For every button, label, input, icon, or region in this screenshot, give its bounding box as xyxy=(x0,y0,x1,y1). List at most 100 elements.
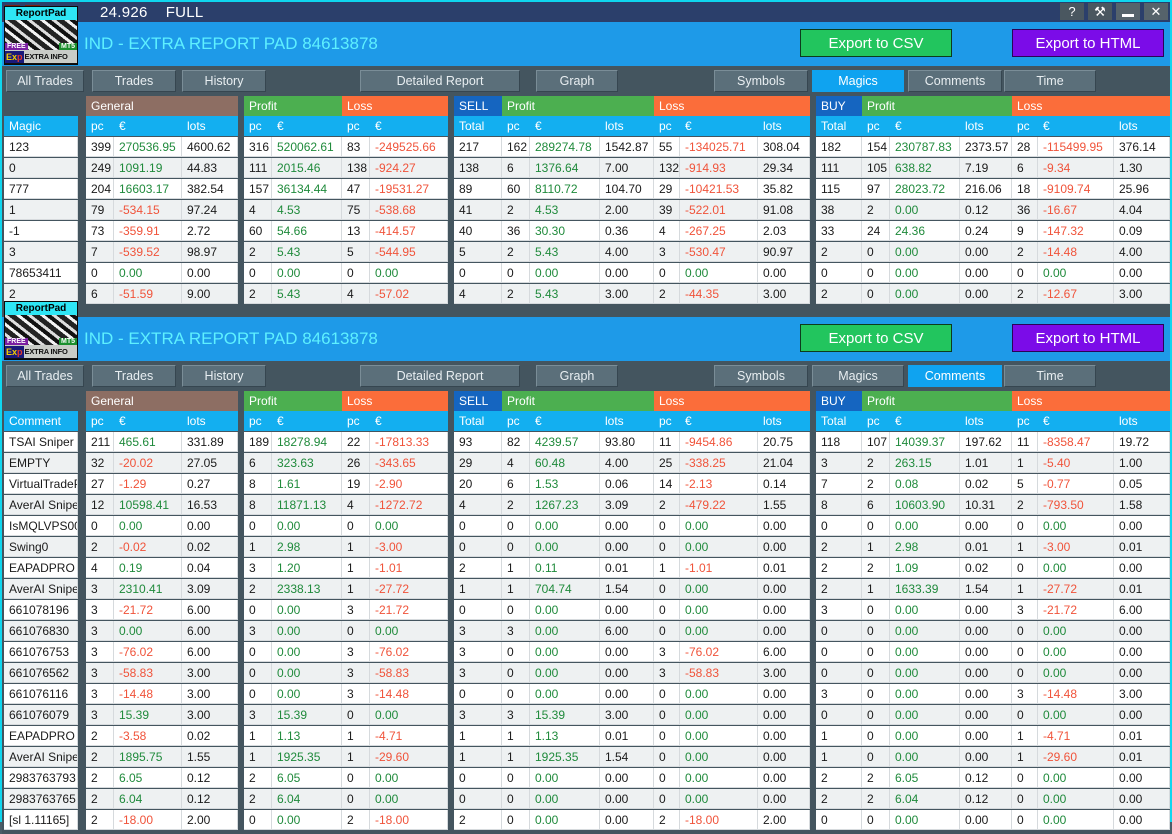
table-cell: 3.00 xyxy=(182,663,238,683)
table-cell: 91.08 xyxy=(758,200,810,220)
tab-trades[interactable]: Trades xyxy=(92,365,176,387)
table-cell: 0.01 xyxy=(1114,579,1170,599)
tab-graph[interactable]: Graph xyxy=(536,365,618,387)
table-cell: 0.00 xyxy=(1114,789,1170,809)
table-cell: 0.00 xyxy=(1038,621,1114,641)
table-cell: 2983763793 xyxy=(4,768,78,788)
table-cell: 15.39 xyxy=(530,705,600,725)
column-header: pc xyxy=(1012,116,1038,136)
export-html-button[interactable]: Export to HTML xyxy=(1012,29,1164,57)
table-cell: 79 xyxy=(86,200,114,220)
tab-comments[interactable]: Comments xyxy=(908,365,1002,387)
table-cell: 1 xyxy=(862,579,890,599)
tab-graph[interactable]: Graph xyxy=(536,70,618,92)
tab-history[interactable]: History xyxy=(182,70,266,92)
group-header-profit: Profit xyxy=(244,96,342,116)
tab-detailed-report[interactable]: Detailed Report xyxy=(360,365,520,387)
tab-all-trades[interactable]: All Trades xyxy=(6,365,84,387)
tab-time[interactable]: Time xyxy=(1004,365,1096,387)
table-cell: 1.30 xyxy=(1114,158,1170,178)
table-cell: 3 xyxy=(4,242,78,262)
table-cell: 3.00 xyxy=(1114,684,1170,704)
column-header: € xyxy=(1038,116,1114,136)
table-cell: 2373.57 xyxy=(960,137,1012,157)
table-cell: 0.12 xyxy=(960,768,1012,788)
table-cell: 3.00 xyxy=(758,663,810,683)
export-csv-button[interactable]: Export to CSV xyxy=(800,29,952,57)
table-cell: 0.01 xyxy=(1114,747,1170,767)
table-cell: 1925.35 xyxy=(272,747,342,767)
table-cell: -5.40 xyxy=(1038,453,1114,473)
table-cell: 0 xyxy=(1012,663,1038,683)
table-cell: 0.01 xyxy=(960,537,1012,557)
table-cell: 0 xyxy=(244,684,272,704)
table-cell: 0.00 xyxy=(960,642,1012,662)
tab-history[interactable]: History xyxy=(182,365,266,387)
table-cell: 0 xyxy=(862,600,890,620)
column-header: € xyxy=(680,116,758,136)
table-cell: 6 xyxy=(862,495,890,515)
column-header: € xyxy=(680,411,758,431)
logo-exp-badge: Exp xyxy=(5,50,24,63)
table-cell: 0 xyxy=(86,516,114,536)
column-header: lots xyxy=(182,411,238,431)
table-cell: 270536.95 xyxy=(114,137,182,157)
table-cell: 0 xyxy=(502,600,530,620)
table-cell: 2015.46 xyxy=(272,158,342,178)
table-cell: 0 xyxy=(816,810,862,830)
table-cell: 11871.13 xyxy=(272,495,342,515)
table-cell: 3 xyxy=(816,600,862,620)
tab-time[interactable]: Time xyxy=(1004,70,1096,92)
table-cell: 0 xyxy=(244,516,272,536)
table-cell: -76.02 xyxy=(370,642,448,662)
close-button[interactable]: ✕ xyxy=(1144,3,1168,20)
table-cell: 249 xyxy=(86,158,114,178)
table-cell: 2 xyxy=(862,453,890,473)
table-cell: 0.09 xyxy=(1114,221,1170,241)
table-cell: 189 xyxy=(244,432,272,452)
table-cell: 89 xyxy=(454,179,502,199)
column-header: € xyxy=(114,411,182,431)
tab-symbols[interactable]: Symbols xyxy=(714,70,808,92)
table-cell: 3.09 xyxy=(182,579,238,599)
tab-symbols[interactable]: Symbols xyxy=(714,365,808,387)
tab-all-trades[interactable]: All Trades xyxy=(6,70,84,92)
table-cell: 98.97 xyxy=(182,242,238,262)
column-header: lots xyxy=(960,116,1012,136)
table-cell: 0.00 xyxy=(680,768,758,788)
table-cell: 0.00 xyxy=(680,684,758,704)
tab-comments[interactable]: Comments xyxy=(908,70,1002,92)
table-cell: 0.00 xyxy=(182,516,238,536)
table-cell: -3.58 xyxy=(114,726,182,746)
table-cell: 0 xyxy=(816,621,862,641)
tab-detailed-report[interactable]: Detailed Report xyxy=(360,70,520,92)
table-cell: 4.00 xyxy=(600,242,654,262)
table-cell: 7.19 xyxy=(960,158,1012,178)
table-cell: 0.00 xyxy=(370,705,448,725)
table-cell: 0.00 xyxy=(960,663,1012,683)
help-button[interactable]: ? xyxy=(1060,3,1084,20)
tab-magics[interactable]: Magics xyxy=(812,70,904,92)
table-cell: 0.00 xyxy=(890,663,960,683)
table-cell: -18.00 xyxy=(370,810,448,830)
table-cell: 661076116 xyxy=(4,684,78,704)
table-cell: 0 xyxy=(502,642,530,662)
table-cell: -924.27 xyxy=(370,158,448,178)
tab-magics[interactable]: Magics xyxy=(812,365,904,387)
table-cell: -0.02 xyxy=(114,537,182,557)
table-cell: -19531.27 xyxy=(370,179,448,199)
table-cell: 0 xyxy=(816,642,862,662)
minimize-button[interactable] xyxy=(1116,3,1140,20)
table-cell: -522.01 xyxy=(680,200,758,220)
table-cell: 4600.62 xyxy=(182,137,238,157)
table-cell: 2 xyxy=(244,768,272,788)
table-cell: 0 xyxy=(654,747,680,767)
tab-trades[interactable]: Trades xyxy=(92,70,176,92)
export-html-button[interactable]: Export to HTML xyxy=(1012,324,1164,352)
table-cell: 0.12 xyxy=(182,768,238,788)
table-cell: 16.53 xyxy=(182,495,238,515)
table-cell: 1 xyxy=(4,200,78,220)
export-csv-button[interactable]: Export to CSV xyxy=(800,324,952,352)
logo-exp-e: Ex xyxy=(6,51,18,62)
tools-button[interactable]: ⚒ xyxy=(1088,3,1112,20)
